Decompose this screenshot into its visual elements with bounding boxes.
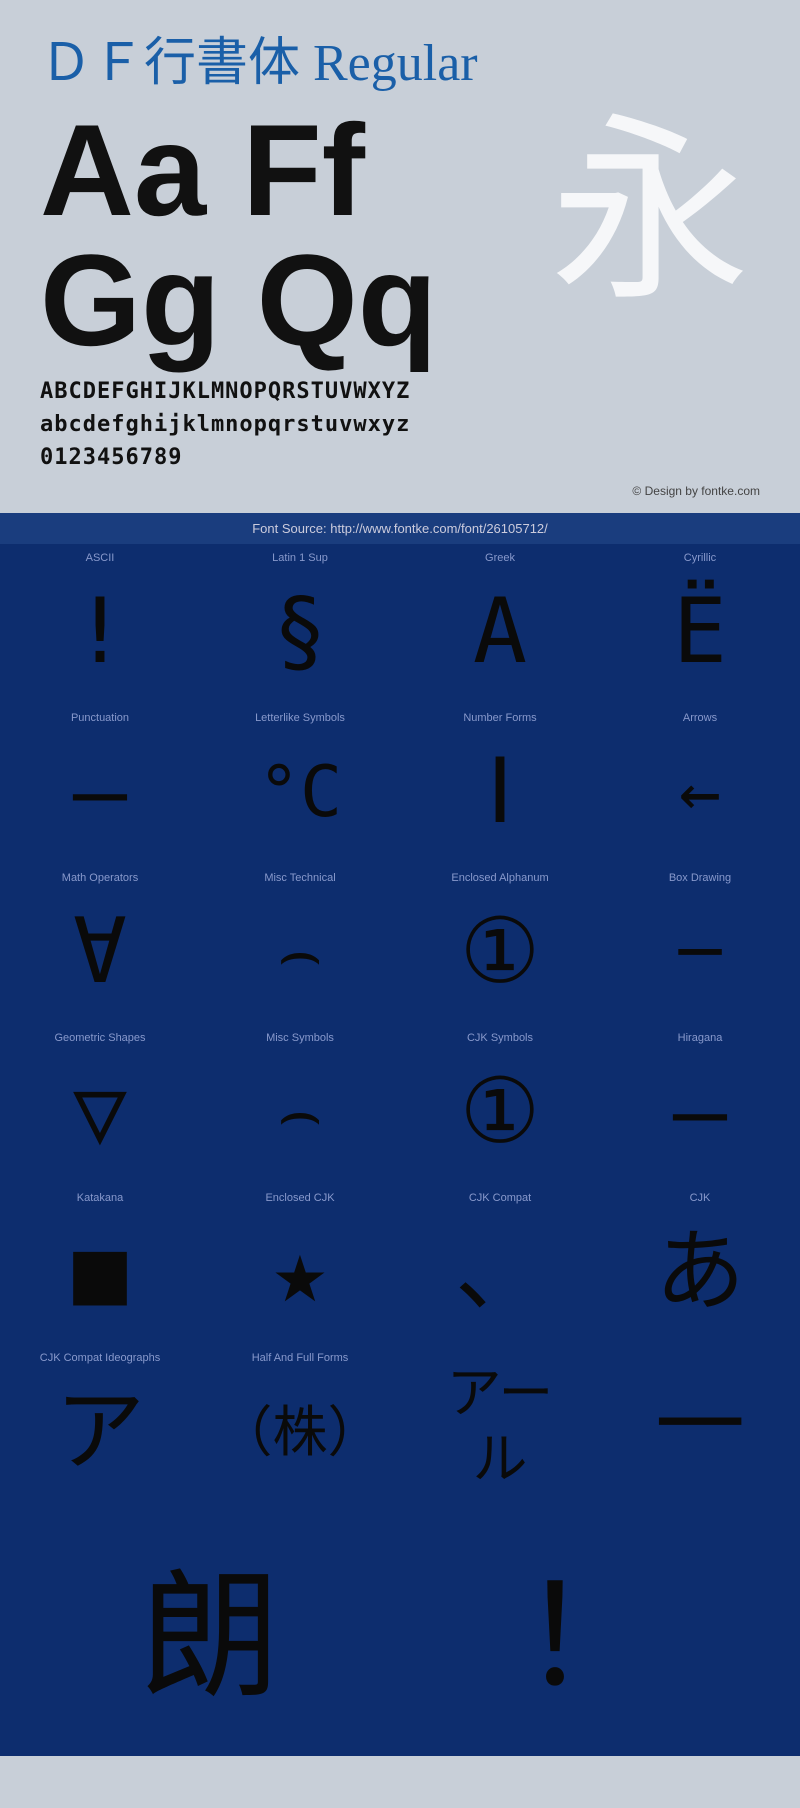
char-bottom-2: ！ xyxy=(520,1524,660,1726)
bottom-row: 朗 ！ xyxy=(0,1504,800,1756)
char-cjk2: 一 xyxy=(655,1356,745,1496)
label-misctech: Misc Technical xyxy=(264,872,335,884)
glyph-cell-greek: Greek Α xyxy=(400,544,600,704)
label-ascii: ASCII xyxy=(86,552,115,564)
label-halffull: Half And Full Forms xyxy=(252,1352,349,1364)
glyph-cell-cjkcompat: CJK Compat 、 xyxy=(400,1184,600,1344)
char-enclosedcjk: ★ xyxy=(273,1208,327,1336)
label-mathop: Math Operators xyxy=(62,872,138,884)
char-arrows: ← xyxy=(679,728,721,856)
char-bottom-1: 朗 xyxy=(140,1524,280,1726)
glyph-cell-latin1sup: Latin 1 Sup § xyxy=(200,544,400,704)
glyph-cell-cjk: CJK あ xyxy=(600,1184,800,1344)
digits: 0123456789 xyxy=(40,441,760,474)
char-miscsym: ⌢ xyxy=(277,1048,323,1176)
label-miscsym: Misc Symbols xyxy=(266,1032,334,1044)
glyph-cell-cyrillic: Cyrillic Ë xyxy=(600,544,800,704)
top-section: ＤＦ行書体 Regular Aa Ff Gg Qq 永 ABCDEFGHIJKL… xyxy=(0,0,800,513)
label-letterlike: Letterlike Symbols xyxy=(255,712,345,724)
char-boxdrawing: ─ xyxy=(679,888,721,1016)
bottom-glyph-1: 朗 xyxy=(20,1524,400,1726)
glyph-cell-enclosedal: Enclosed Alphanum ① xyxy=(400,864,600,1024)
font-source: Font Source: http://www.fontke.com/font/… xyxy=(0,513,800,544)
char-letterlike: °C xyxy=(258,728,342,856)
char-cjk: あ xyxy=(655,1208,745,1336)
char-greek: Α xyxy=(473,568,527,696)
char-cjkideographs: ア xyxy=(55,1368,145,1496)
char-halffull: （株） xyxy=(217,1368,382,1496)
char-cjksym: ① xyxy=(460,1048,541,1176)
label-geoshapes: Geometric Shapes xyxy=(54,1032,145,1044)
glyph-cell-katakana: Katakana ■ xyxy=(0,1184,200,1344)
glyph-grid: ASCII ! Latin 1 Sup § Greek Α Cyrillic Ë… xyxy=(0,544,800,1504)
uppercase-alphabet: ABCDEFGHIJKLMNOPQRSTUVWXYZ xyxy=(40,375,760,408)
glyph-cell-hiragana: Hiragana — xyxy=(600,1024,800,1184)
design-credit: © Design by fontke.com xyxy=(40,479,760,503)
char-latin1sup: § xyxy=(273,568,327,696)
glyph-cell-arrows: Arrows ← xyxy=(600,704,800,864)
char-ascii: ! xyxy=(73,568,127,696)
char-katakana: ■ xyxy=(73,1208,127,1336)
glyph-cell-punctuation: Punctuation — xyxy=(0,704,200,864)
cjk-preview: 永 xyxy=(550,115,750,315)
glyph-cell-halffull: Half And Full Forms （株） xyxy=(200,1344,400,1504)
glyph-cell-miscsym: Misc Symbols ⌢ xyxy=(200,1024,400,1184)
char-geoshapes: ▽ xyxy=(73,1048,127,1176)
alphabet-section: ABCDEFGHIJKLMNOPQRSTUVWXYZ abcdefghijklm… xyxy=(40,365,760,479)
label-hiragana: Hiragana xyxy=(678,1032,723,1044)
lowercase-alphabet: abcdefghijklmnopqrstuvwxyz xyxy=(40,408,760,441)
bottom-glyph-2: ！ xyxy=(400,1524,780,1726)
label-boxdrawing: Box Drawing xyxy=(669,872,731,884)
label-enclosedcjk: Enclosed CJK xyxy=(265,1192,334,1204)
glyph-cell-cjksym: CJK Symbols ① xyxy=(400,1024,600,1184)
char-enclosedal: ① xyxy=(460,888,541,1016)
glyph-cell-letterlike: Letterlike Symbols °C xyxy=(200,704,400,864)
char-numberforms: Ⅰ xyxy=(487,728,514,856)
label-greek: Greek xyxy=(485,552,515,564)
label-cjkideographs: CJK Compat Ideographs xyxy=(40,1352,160,1364)
glyph-cell-boxdrawing: Box Drawing ─ xyxy=(600,864,800,1024)
label-latin1sup: Latin 1 Sup xyxy=(272,552,328,564)
label-cjksym: CJK Symbols xyxy=(467,1032,533,1044)
glyph-cell-mathop: Math Operators ∀ xyxy=(0,864,200,1024)
char-hiragana: — xyxy=(673,1048,727,1176)
glyph-cell-cjkideographs: CJK Compat Ideographs ア xyxy=(0,1344,200,1504)
label-punctuation: Punctuation xyxy=(71,712,129,724)
char-mathop: ∀ xyxy=(73,888,127,1016)
glyph-cell-cjk2: 一 xyxy=(600,1344,800,1504)
label-cjkcompat: CJK Compat xyxy=(469,1192,531,1204)
label-cjk: CJK xyxy=(690,1192,711,1204)
char-punctuation: — xyxy=(73,728,127,856)
glyph-cell-ascii: ASCII ! xyxy=(0,544,200,704)
glyph-cell-misctech: Misc Technical ⌢ xyxy=(200,864,400,1024)
dark-section: Font Source: http://www.fontke.com/font/… xyxy=(0,513,800,1756)
char-cyrillic: Ë xyxy=(673,568,727,696)
glyph-cell-enclosedcjk: Enclosed CJK ★ xyxy=(200,1184,400,1344)
label-cyrillic: Cyrillic xyxy=(684,552,716,564)
glyph-cell-katakana2: アール xyxy=(400,1344,600,1504)
label-enclosedal: Enclosed Alphanum xyxy=(451,872,548,884)
char-cjkcompat: 、 xyxy=(455,1208,545,1336)
glyph-cell-numberforms: Number Forms Ⅰ xyxy=(400,704,600,864)
char-katakana2: アール xyxy=(447,1356,554,1496)
label-katakana: Katakana xyxy=(77,1192,123,1204)
char-misctech: ⌢ xyxy=(277,888,323,1016)
font-title: ＤＦ行書体 Regular xyxy=(40,20,760,95)
label-arrows: Arrows xyxy=(683,712,717,724)
glyph-cell-geoshapes: Geometric Shapes ▽ xyxy=(0,1024,200,1184)
preview-chars: Aa Ff Gg Qq 永 xyxy=(40,105,760,365)
label-numberforms: Number Forms xyxy=(463,712,536,724)
